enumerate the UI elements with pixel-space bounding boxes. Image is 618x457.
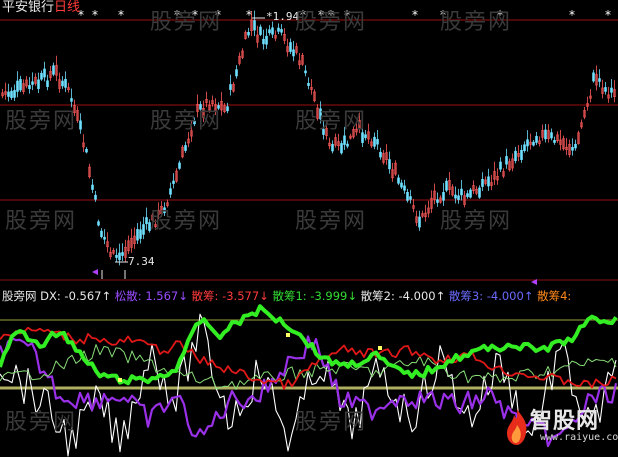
series-green — [0, 304, 618, 386]
site-logo: 智股网 www.raiyue.com — [504, 403, 618, 453]
logo-url: www.raiyue.com — [540, 432, 618, 443]
high-price-label: *1.94 — [266, 10, 300, 23]
period-label: 日线 — [54, 0, 81, 15]
chart-title: 平安银行日线 — [2, 0, 80, 15]
legend-song-san: 松散: 1.567↓ — [114, 289, 192, 303]
signal-dot — [118, 378, 122, 382]
legend-dx: 股旁网 DX: -0.567↑ — [2, 289, 115, 303]
legend-san-chou: 散筹: -3.577↓ — [191, 289, 273, 303]
flame-icon — [507, 409, 527, 445]
signal-dot — [286, 333, 290, 337]
indicator-legend: 股旁网 DX: -0.567↑ 松散: 1.567↓ 散筹: -3.577↓ 散… — [2, 289, 571, 303]
legend-san-chou-3: 散筹3: -4.000↑ — [448, 289, 538, 303]
low-price-label: 7.34 — [128, 255, 155, 268]
legend-san-chou-1: 散筹1: -3.999↓ — [272, 289, 361, 303]
legend-san-chou-4: 散筹4: — [537, 289, 572, 303]
logo-brand: 智股网 — [530, 409, 600, 434]
signal-dot — [378, 346, 382, 350]
legend-san-chou-2: 散筹2: -4.000↑ — [360, 289, 449, 303]
stock-name: 平安银行 — [2, 0, 55, 15]
chart-window: * * * * * * * * * * * * * * * * 平安银行日线 *1.94 7.34 股旁网 D… — [0, 0, 618, 457]
indicator-chart[interactable] — [0, 0, 618, 457]
